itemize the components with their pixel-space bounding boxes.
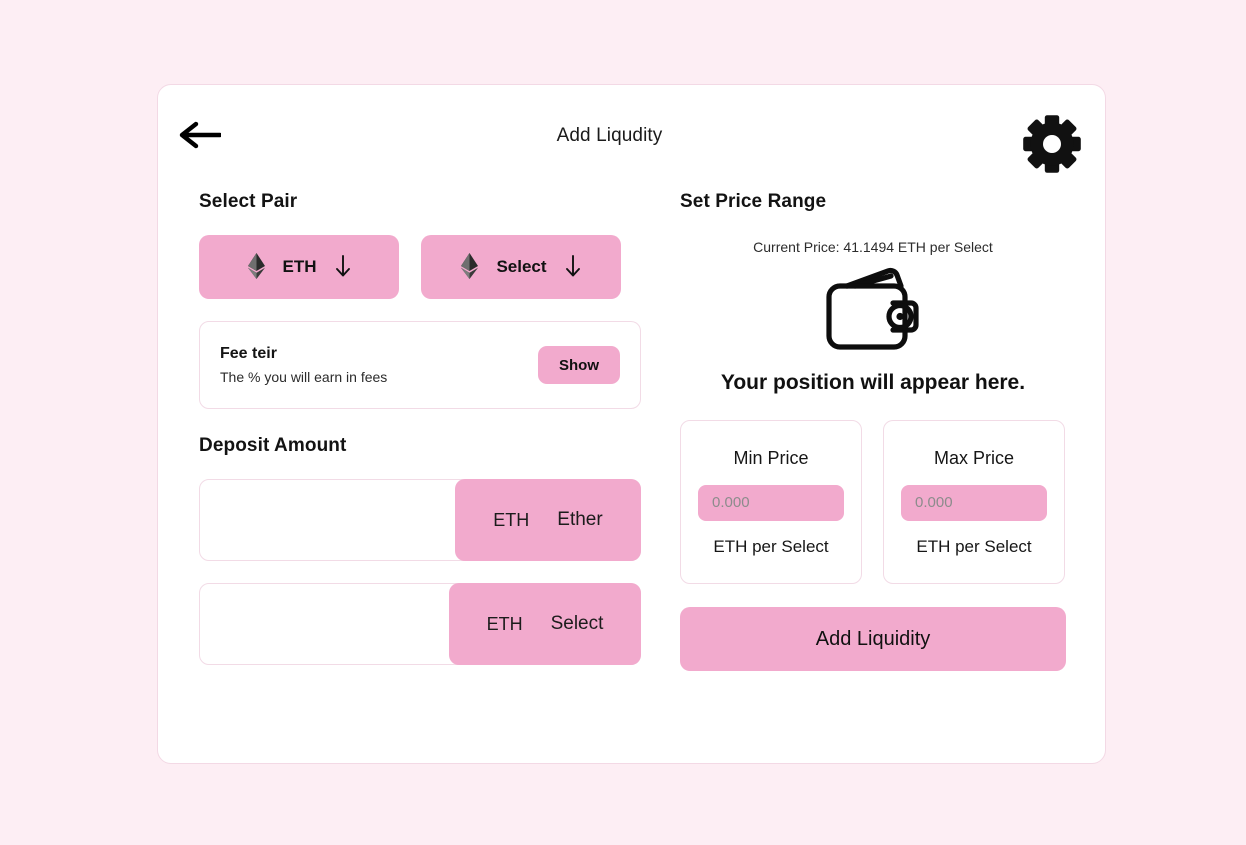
gear-icon: [1023, 115, 1081, 173]
deposit-row-base: ETH Ether: [199, 479, 641, 561]
card-body: Select Pair ETH Select Fee teir The % yo…: [158, 191, 1105, 763]
deposit-token-name: Ether: [557, 509, 603, 530]
select-pair-heading: Select Pair: [199, 191, 298, 212]
max-price-unit: ETH per Select: [916, 536, 1032, 556]
min-price-label: Min Price: [733, 447, 809, 468]
price-range-cards: Min Price ETH per Select Max Price ETH p…: [680, 420, 1066, 584]
deposit-token-symbol: ETH: [486, 613, 523, 634]
set-price-range-heading: Set Price Range: [680, 191, 827, 212]
max-price-label: Max Price: [933, 447, 1014, 468]
page-title: Add Liqudity: [556, 125, 663, 146]
add-liquidity-card: Add Liqudity Select Pair ETH Select Fee …: [157, 84, 1106, 764]
ethereum-icon: [461, 252, 479, 282]
fee-tier-text: Fee teir The % you will earn in fees: [220, 345, 387, 385]
settings-button[interactable]: [1022, 114, 1082, 174]
card-header: Add Liqudity: [158, 85, 1105, 191]
wallet-icon: [826, 267, 919, 350]
deposit-amount-heading: Deposit Amount: [199, 435, 347, 456]
deposit-token-symbol: ETH: [493, 509, 530, 530]
arrow-down-icon: [335, 254, 351, 280]
fee-tier-show-button[interactable]: Show: [538, 346, 620, 384]
deposit-row-quote: ETH Select: [199, 583, 641, 665]
deposit-token-quote[interactable]: ETH Select: [449, 583, 641, 665]
left-column: Select Pair ETH Select Fee teir The % yo…: [199, 191, 641, 665]
token-pair-row: ETH Select: [199, 235, 641, 299]
token-label: Select: [496, 257, 547, 276]
token-selector-quote[interactable]: Select: [421, 235, 621, 299]
wallet-illustration: [680, 267, 1066, 351]
min-price-card: Min Price ETH per Select: [680, 420, 862, 584]
add-liquidity-button[interactable]: Add Liquidity: [680, 607, 1066, 671]
right-column: Set Price Range Current Price: 41.1494 E…: [680, 191, 1066, 671]
ethereum-icon: [247, 252, 265, 282]
min-price-unit: ETH per Select: [713, 536, 829, 556]
position-placeholder-message: Your position will appear here.: [720, 371, 1026, 394]
token-label: ETH: [282, 257, 317, 276]
min-price-input[interactable]: [698, 484, 844, 521]
fee-tier-card: Fee teir The % you will earn in fees Sho…: [199, 321, 641, 409]
deposit-token-base[interactable]: ETH Ether: [455, 479, 641, 561]
max-price-input[interactable]: [901, 484, 1047, 521]
max-price-card: Max Price ETH per Select: [883, 420, 1065, 584]
token-selector-base[interactable]: ETH: [199, 235, 399, 299]
deposit-token-name: Select: [550, 613, 604, 634]
current-price-label: Current Price: 41.1494 ETH per Select: [753, 239, 993, 255]
arrow-down-icon: [565, 254, 581, 280]
fee-tier-subtitle: The % you will earn in fees: [220, 369, 388, 385]
fee-tier-title: Fee teir: [220, 345, 277, 362]
